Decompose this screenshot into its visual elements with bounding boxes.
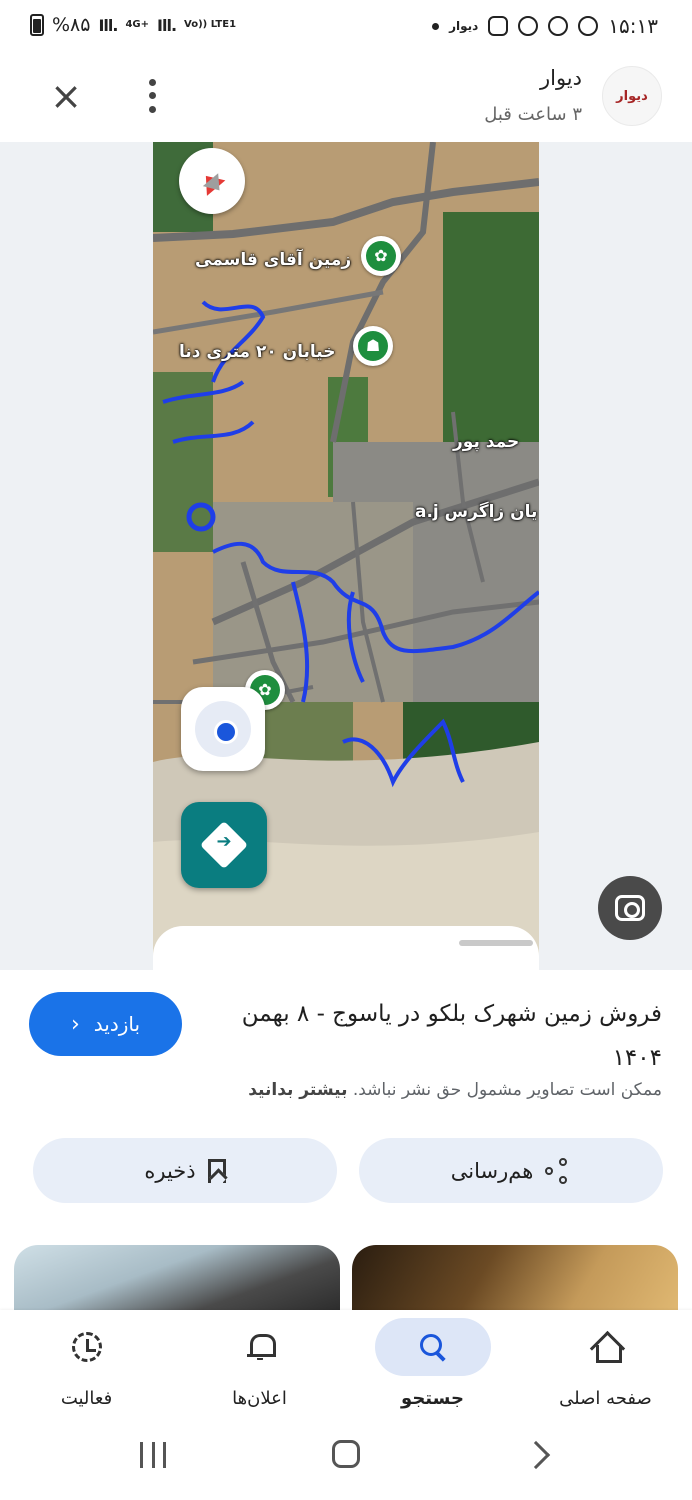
site-logo[interactable]: دیوار (602, 66, 662, 126)
poi-person-icon: ☗ (358, 331, 388, 361)
notification-dot-icon (432, 22, 440, 30)
sync-icon-2 (548, 16, 569, 36)
status-time: ۱۵:۱۳ (608, 14, 658, 38)
map-label-hamadpour: حمد پور (453, 432, 520, 452)
visit-button[interactable]: بازدید ‹ (29, 992, 182, 1056)
chevron-left-icon: ‹ (70, 1011, 80, 1037)
nav-search-icon-wrap (374, 1318, 491, 1376)
status-left: %۸۵ Ill. 4G+ Ill. Vo)) LTE1 (30, 14, 236, 36)
divar-notification-label: دیوار (449, 19, 479, 33)
signal-icon: Ill. (98, 15, 118, 35)
share-label: هم‌رسانی (450, 1158, 534, 1183)
system-navigation-bar (0, 1430, 692, 1500)
poi-park-icon[interactable]: ✿ (361, 236, 401, 276)
search-icon (419, 1334, 446, 1360)
battery-icon (30, 14, 44, 36)
nav-search[interactable]: جستجو (346, 1310, 519, 1430)
poi-hiking-icon[interactable]: ☗ (353, 326, 393, 366)
my-location-button[interactable] (181, 687, 265, 771)
google-lens-button[interactable] (598, 876, 662, 940)
site-name[interactable]: دیوار (540, 66, 582, 90)
bookmark-icon (207, 1158, 226, 1183)
nav-notifications-icon-wrap (202, 1318, 318, 1376)
status-bar: %۸۵ Ill. 4G+ Ill. Vo)) LTE1 دیوار ۱۵:۱۳ (0, 0, 692, 52)
save-button[interactable]: ذخیره (33, 1138, 337, 1203)
visit-label: بازدید (93, 1012, 141, 1036)
nav-activity-label: فعالیت (60, 1388, 113, 1409)
nav-home-label: صفحه اصلی (559, 1388, 652, 1409)
related-image-thumbnail-2[interactable] (14, 1245, 340, 1315)
more-dot-icon (148, 92, 156, 100)
poi-flower-icon: ✿ (366, 241, 396, 271)
share-icon (545, 1157, 571, 1184)
lens-icon (615, 895, 645, 921)
copyright-disclaimer: ممکن است تصاویر مشمول حق نشر نباشد. بیشت… (248, 1080, 662, 1100)
home-icon (592, 1334, 622, 1363)
network-type-1: 4G+ (125, 19, 150, 30)
map-bottom-sheet-handle (153, 926, 539, 970)
network-type-2: Vo)) LTE1 (184, 19, 237, 30)
share-button[interactable]: هم‌رسانی (359, 1138, 663, 1203)
nav-search-label: جستجو (401, 1388, 464, 1409)
nav-activity-icon-wrap (29, 1318, 145, 1376)
directions-button[interactable] (181, 802, 267, 888)
map-screenshot-image[interactable]: زمین آقای قاسمی خیابان ۲۰ متری دنا حمد پ… (153, 142, 539, 970)
more-dot-icon (148, 79, 156, 87)
nav-notifications[interactable]: اعلان‌ها (173, 1310, 346, 1430)
bell-icon (246, 1332, 276, 1362)
nav-notifications-label: اعلان‌ها (232, 1388, 287, 1409)
bottom-navigation: صفحه اصلی جستجو اعلان‌ها فعالیت (0, 1310, 692, 1430)
more-dot-icon (148, 105, 156, 113)
nav-activity[interactable]: فعالیت (0, 1310, 173, 1430)
image-title: فروش زمین شهرک بلکو در یاسوج - ۸ بهمن ۱۴… (241, 1001, 662, 1071)
related-image-thumbnail[interactable] (352, 1245, 678, 1315)
instagram-icon (488, 16, 509, 36)
post-time: ۳ ساعت قبل (484, 104, 582, 125)
close-icon: × (50, 74, 82, 118)
image-preview-area: زمین آقای قاسمی خیابان ۲۰ متری دنا حمد پ… (0, 142, 692, 970)
save-label: ذخیره (144, 1158, 196, 1183)
close-button[interactable]: × (44, 74, 88, 118)
home-button[interactable] (332, 1440, 360, 1468)
more-options-button[interactable] (140, 76, 164, 116)
directions-icon (199, 820, 249, 870)
nav-home-icon-wrap (548, 1318, 664, 1376)
chat-icon (578, 16, 599, 36)
map-label-qasemi-land: زمین آقای قاسمی (195, 250, 352, 270)
viewer-header: × دیوار دیوار ۳ ساعت قبل (0, 52, 692, 142)
compass-icon[interactable] (179, 148, 245, 214)
map-label-zagros: یان زاگرس a.j (415, 502, 538, 522)
battery-level: %۸۵ (52, 14, 91, 36)
status-right: دیوار ۱۵:۱۳ (432, 14, 658, 38)
back-button[interactable] (521, 1440, 551, 1470)
nav-home[interactable]: صفحه اصلی (519, 1310, 692, 1430)
recent-apps-button[interactable] (140, 1442, 166, 1468)
sync-icon (518, 16, 539, 36)
disclaimer-text: ممکن است تصاویر مشمول حق نشر نباشد. (352, 1080, 662, 1100)
activity-icon (71, 1332, 102, 1362)
signal-icon-2: Ill. (157, 15, 177, 35)
site-logo-text: دیوار (616, 88, 648, 104)
learn-more-link[interactable]: بیشتر بدانید (248, 1080, 347, 1100)
map-label-dena-street: خیابان ۲۰ متری دنا (179, 342, 336, 362)
